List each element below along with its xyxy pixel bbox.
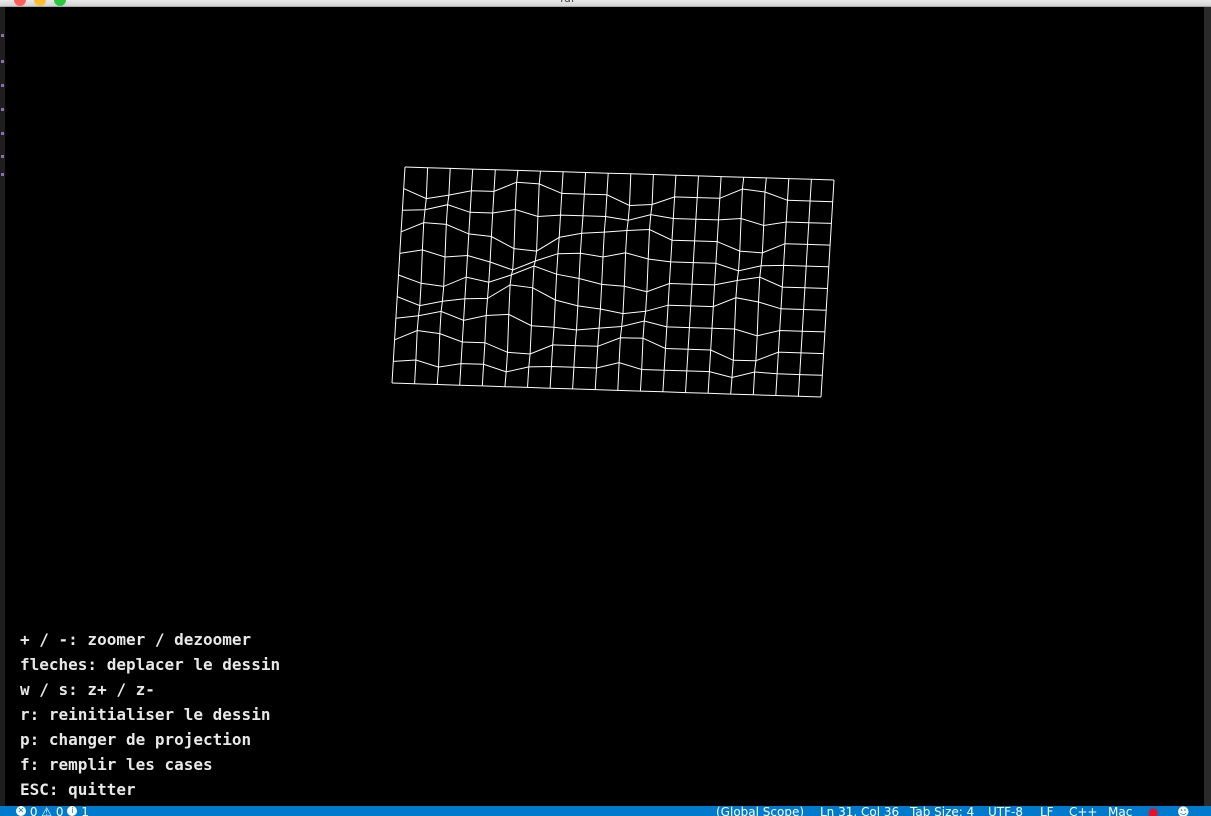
- mesh-column-line: [639, 174, 654, 392]
- mesh-row-line: [400, 222, 831, 254]
- warning-icon: ⚠: [41, 806, 53, 816]
- mesh-column-line: [481, 169, 496, 386]
- help-panel: + / -: zoomer / dezoomer fleches: deplac…: [20, 627, 280, 802]
- platform-indicator[interactable]: Mac: [1108, 806, 1132, 816]
- mesh-row-line: [402, 204, 832, 227]
- maximize-window-button[interactable]: [54, 0, 66, 6]
- mesh-column-line: [527, 171, 541, 388]
- mesh-row-line: [397, 284, 827, 315]
- mesh-column-line: [549, 171, 564, 389]
- close-window-button[interactable]: [14, 0, 26, 6]
- render-canvas[interactable]: + / -: zoomer / dezoomer fleches: deplac…: [5, 7, 1204, 806]
- notification-icon[interactable]: ●: [1148, 806, 1158, 816]
- cursor-position[interactable]: Ln 31, Col 36: [820, 806, 899, 816]
- status-bar: ✕ 0 ⚠ 0 i 1 (Global Scope) Ln 31, Col 36…: [0, 806, 1211, 816]
- mesh-column-line: [391, 166, 406, 384]
- window-title: fdf: [560, 0, 575, 5]
- info-count: 1: [81, 806, 89, 816]
- window-right-edge: [1204, 7, 1211, 806]
- mesh-row-line: [393, 359, 823, 379]
- help-reset: r: reinitialiser le dessin: [20, 705, 271, 724]
- mesh-column-line: [414, 167, 429, 384]
- gutter-marker: [1, 84, 4, 87]
- error-icon: ✕: [16, 806, 26, 816]
- mesh-column-line: [730, 177, 745, 395]
- language-selector[interactable]: C++: [1069, 806, 1098, 816]
- warning-count: 0: [55, 806, 64, 816]
- mesh-column-line: [594, 173, 609, 390]
- tab-size-selector[interactable]: Tab Size: 4: [910, 806, 974, 816]
- scope-indicator[interactable]: (Global Scope): [716, 806, 804, 816]
- eol-selector[interactable]: LF: [1040, 806, 1054, 816]
- mesh-column-line: [617, 173, 632, 391]
- gutter-marker: [1, 60, 4, 63]
- mesh-row-line: [398, 265, 828, 293]
- help-quit: ESC: quitter: [20, 780, 136, 799]
- mesh-column-line: [752, 177, 767, 395]
- mesh-row-line: [395, 310, 825, 337]
- help-zoom: + / -: zoomer / dezoomer: [20, 630, 252, 649]
- problems-indicator[interactable]: ✕ 0 ⚠ 0 i 1: [16, 806, 89, 816]
- help-fill: f: remplir les cases: [20, 755, 213, 774]
- gutter-marker: [1, 34, 4, 37]
- gutter-marker: [1, 173, 4, 176]
- mesh-column-line: [459, 169, 474, 386]
- gutter-marker: [1, 155, 4, 158]
- mesh-row-line: [403, 181, 833, 207]
- window-title-bar: fdf: [0, 0, 1211, 7]
- mesh-column-line: [572, 172, 587, 389]
- info-icon: i: [67, 806, 78, 816]
- help-projection: p: changer de projection: [20, 730, 252, 749]
- mesh-column-line: [436, 168, 451, 385]
- help-depth: w / s: z+ / z-: [20, 680, 155, 699]
- mesh-row-line: [404, 166, 835, 181]
- feedback-smiley-icon[interactable]: ☻: [1177, 806, 1190, 816]
- gutter-marker: [1, 108, 4, 111]
- help-move: fleches: deplacer le dessin: [20, 655, 281, 674]
- mesh-column-line: [504, 170, 519, 387]
- mesh-row-line: [399, 249, 829, 272]
- encoding-selector[interactable]: UTF-8: [988, 806, 1023, 816]
- error-count: 0: [29, 806, 38, 816]
- gutter-marker: [1, 132, 4, 135]
- minimize-window-button[interactable]: [34, 0, 46, 6]
- mesh-row-line: [391, 382, 822, 398]
